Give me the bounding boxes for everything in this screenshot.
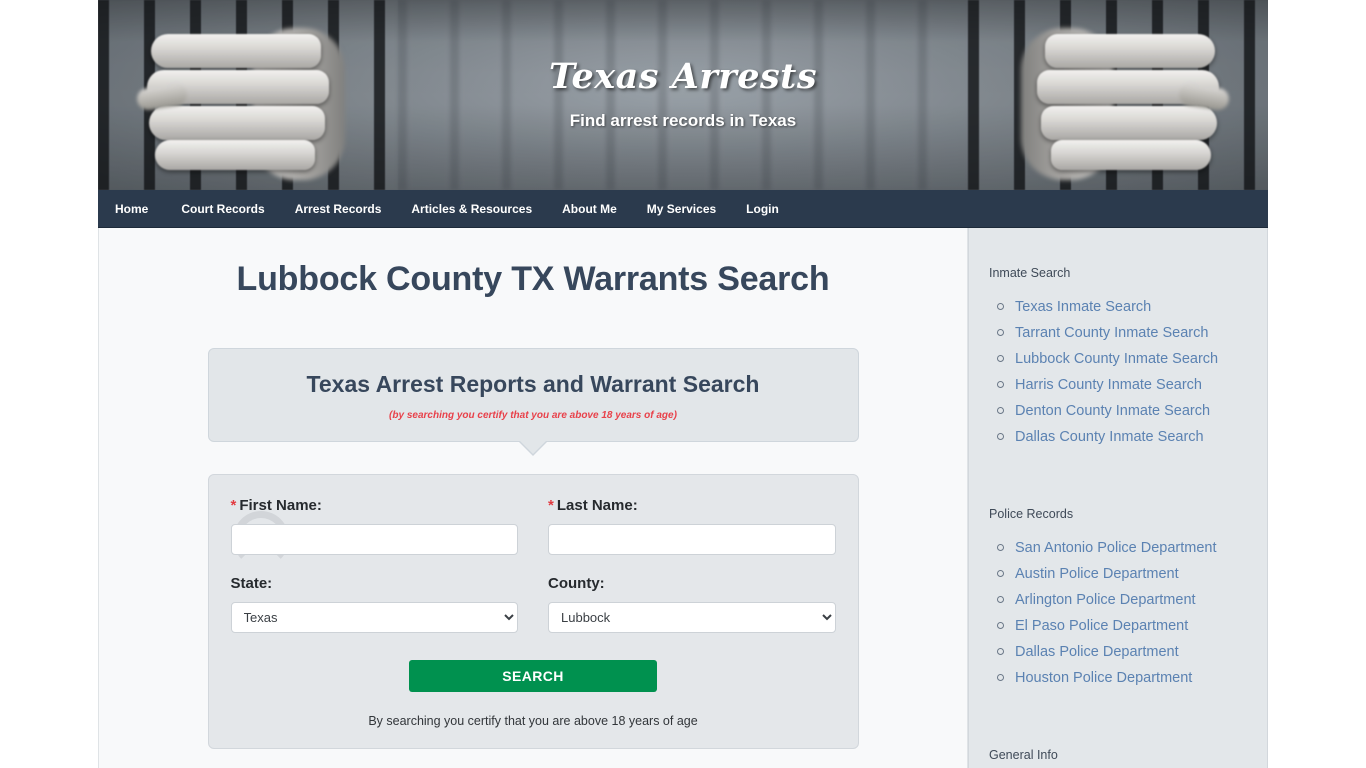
nav-item-login[interactable]: Login — [731, 190, 794, 228]
county-select[interactable]: Lubbock — [548, 602, 836, 633]
required-asterisk-icon: * — [230, 497, 237, 514]
last-name-field-group: * Last Name: — [548, 497, 836, 555]
site-tagline: Find arrest records in Texas — [569, 111, 797, 130]
nav-item-my-services[interactable]: My Services — [632, 190, 731, 228]
sidebar-link-tarrant-county-inmate-search[interactable]: Tarrant County Inmate Search — [1015, 325, 1208, 341]
list-item[interactable]: Texas Inmate Search — [997, 294, 1247, 320]
state-select[interactable]: Texas — [230, 602, 518, 633]
site-wrapper: Texas Arrests Find arrest records in Tex… — [98, 0, 1268, 768]
main-content: Lubbock County TX Warrants Search Texas … — [98, 228, 968, 768]
nav-item-home[interactable]: Home — [115, 190, 166, 228]
list-item[interactable]: Austin Police Department — [997, 561, 1247, 587]
first-name-label-text: First Name: — [239, 497, 322, 514]
sidebar-link-harris-county-inmate-search[interactable]: Harris County Inmate Search — [1015, 377, 1202, 393]
sidebar-link-texas-inmate-search[interactable]: Texas Inmate Search — [1015, 299, 1151, 315]
callout-heading: Texas Arrest Reports and Warrant Search — [306, 371, 760, 397]
search-callout: Texas Arrest Reports and Warrant Search … — [207, 348, 859, 456]
widget-title-inmate-search: Inmate Search — [989, 266, 1071, 280]
first-name-field-group: * First Name: — [230, 497, 519, 555]
police-records-link-list: San Antonio Police Department Austin Pol… — [989, 535, 1247, 691]
search-callout-wrapper: Texas Arrest Reports and Warrant Search … — [207, 348, 859, 456]
page-root: Texas Arrests Find arrest records in Tex… — [0, 0, 1366, 768]
state-field-group: State: Texas — [230, 575, 518, 633]
warrant-search-form: * First Name: * Last Name: State: Texas … — [207, 474, 859, 749]
last-name-label-text: Last Name: — [556, 497, 638, 514]
sidebar-link-dallas-police-department[interactable]: Dallas Police Department — [1015, 644, 1179, 660]
first-name-input[interactable] — [230, 524, 518, 555]
list-item[interactable]: Dallas Police Department — [997, 639, 1247, 665]
page-title: Lubbock County TX Warrants Search — [236, 260, 830, 298]
form-row-location: State: Texas County: Lubbock — [230, 575, 836, 633]
nav-item-about-me[interactable]: About Me — [547, 190, 632, 228]
finger-shape — [155, 140, 315, 170]
county-label: County: — [548, 575, 605, 592]
sidebar-link-houston-police-department[interactable]: Houston Police Department — [1015, 670, 1192, 686]
primary-navigation[interactable]: Home Court Records Arrest Records Articl… — [98, 190, 1268, 228]
sidebar-link-lubbock-county-inmate-search[interactable]: Lubbock County Inmate Search — [1015, 351, 1218, 367]
sidebar-widget-police-records: Police Records San Antonio Police Depart… — [989, 507, 1247, 691]
list-item[interactable]: Houston Police Department — [997, 665, 1247, 691]
callout-tail-inner — [519, 440, 547, 454]
list-item[interactable]: Denton County Inmate Search — [997, 398, 1247, 424]
sidebar-link-dallas-county-inmate-search[interactable]: Dallas County Inmate Search — [1015, 429, 1204, 445]
state-label: State: — [230, 575, 273, 592]
site-header-banner: Texas Arrests Find arrest records in Tex… — [98, 0, 1268, 190]
list-item[interactable]: San Antonio Police Department — [997, 535, 1247, 561]
widget-title-general-info: General Info — [989, 748, 1058, 762]
sidebar-link-austin-police-department[interactable]: Austin Police Department — [1015, 566, 1179, 582]
nav-item-articles-resources[interactable]: Articles & Resources — [396, 190, 547, 228]
nav-item-arrest-records[interactable]: Arrest Records — [280, 190, 397, 228]
sidebar-link-el-paso-police-department[interactable]: El Paso Police Department — [1015, 618, 1188, 634]
search-button[interactable]: SEARCH — [409, 660, 657, 692]
list-item[interactable]: Harris County Inmate Search — [997, 372, 1247, 398]
sidebar-widget-inmate-search: Inmate Search Texas Inmate Search Tarran… — [989, 266, 1247, 450]
last-name-label: * Last Name: — [548, 497, 836, 514]
list-item[interactable]: Arlington Police Department — [997, 587, 1247, 613]
sidebar-link-denton-county-inmate-search[interactable]: Denton County Inmate Search — [1015, 403, 1210, 419]
callout-disclaimer: (by searching you certify that you are a… — [389, 410, 677, 421]
last-name-input[interactable] — [548, 524, 836, 555]
sidebar-link-arlington-police-department[interactable]: Arlington Police Department — [1015, 592, 1196, 608]
finger-shape — [1051, 140, 1211, 170]
sidebar: Inmate Search Texas Inmate Search Tarran… — [968, 228, 1268, 768]
form-row-names: * First Name: * Last Name: — [230, 497, 836, 555]
sidebar-widget-general-info: General Info — [989, 748, 1247, 762]
widget-title-police-records: Police Records — [989, 507, 1074, 521]
sidebar-link-san-antonio-police-department[interactable]: San Antonio Police Department — [1015, 540, 1217, 556]
form-footnote: By searching you certify that you are ab… — [368, 714, 698, 728]
inmate-search-link-list: Texas Inmate Search Tarrant County Inmat… — [989, 294, 1247, 450]
list-item[interactable]: Dallas County Inmate Search — [997, 424, 1247, 450]
required-asterisk-icon: * — [548, 497, 554, 514]
first-name-label: * First Name: — [231, 497, 519, 514]
header-titles: Texas Arrests Find arrest records in Tex… — [98, 0, 1268, 131]
list-item[interactable]: Lubbock County Inmate Search — [997, 346, 1247, 372]
body-wrapper: Lubbock County TX Warrants Search Texas … — [98, 228, 1268, 768]
list-item[interactable]: Tarrant County Inmate Search — [997, 320, 1247, 346]
nav-item-court-records[interactable]: Court Records — [166, 190, 279, 228]
list-item[interactable]: El Paso Police Department — [997, 613, 1247, 639]
county-field-group: County: Lubbock — [548, 575, 836, 633]
site-title: Texas Arrests — [548, 56, 818, 97]
